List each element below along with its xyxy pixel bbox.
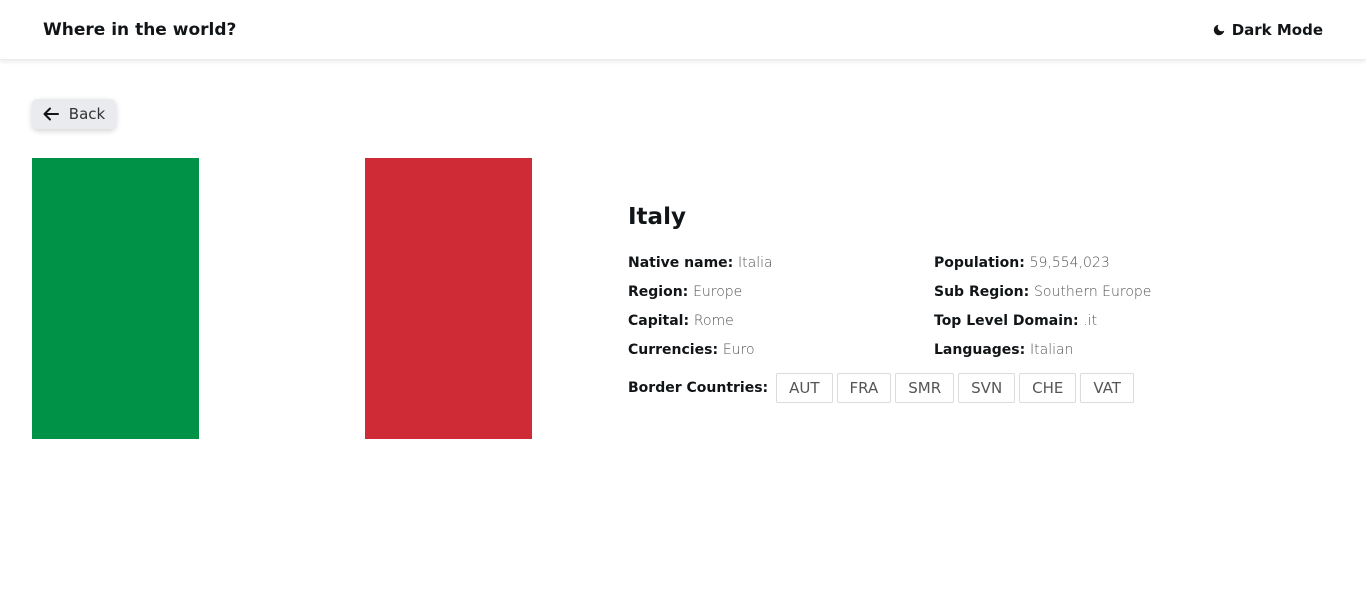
country-name: Italy (628, 204, 686, 230)
info-value: 59,554,023 (1029, 255, 1110, 271)
info-label: Top Level Domain: (934, 313, 1079, 329)
flag-band-green (32, 158, 199, 439)
info-column-secondary: Population: 59,554,023 Sub Region: South… (934, 248, 1151, 364)
info-region: Region: Europe (628, 277, 773, 306)
info-value: Italian (1030, 342, 1074, 358)
info-value: Southern Europe (1034, 284, 1152, 300)
info-value: Euro (722, 342, 755, 358)
country-details: Italy Native name: Italia Region: Europe… (628, 200, 1188, 403)
flag-band-white (198, 158, 366, 439)
info-currencies: Currencies: Euro (628, 335, 773, 364)
border-country-chip[interactable]: AUT (776, 373, 833, 403)
border-country-chip[interactable]: CHE (1019, 373, 1077, 403)
border-countries-label: Border Countries: (628, 380, 769, 396)
dark-mode-label: Dark Mode (1231, 21, 1323, 39)
info-languages: Languages: Italian (934, 335, 1151, 364)
back-button[interactable]: Back (32, 99, 116, 129)
back-label: Back (68, 105, 106, 123)
info-top-level-domain: Top Level Domain: .it (934, 306, 1151, 335)
info-label: Native name: (628, 255, 734, 271)
arrow-left-icon (43, 107, 59, 121)
border-country-chip[interactable]: SVN (958, 373, 1016, 403)
country-flag (32, 158, 533, 439)
info-grid: Native name: Italia Region: Europe Capit… (628, 248, 1188, 360)
info-value: .it (1083, 313, 1098, 329)
border-country-chip[interactable]: VAT (1080, 373, 1134, 403)
info-sub-region: Sub Region: Southern Europe (934, 277, 1151, 306)
border-country-chip[interactable]: FRA (836, 373, 892, 403)
info-label: Capital: (628, 313, 690, 329)
app-title: Where in the world? (43, 20, 237, 40)
info-value: Rome (693, 313, 734, 329)
border-country-chip[interactable]: SMR (895, 373, 955, 403)
info-value: Italia (738, 255, 773, 271)
info-label: Sub Region: (934, 284, 1030, 300)
info-native-name: Native name: Italia (628, 248, 773, 277)
info-label: Region: (628, 284, 689, 300)
info-label: Languages: (934, 342, 1026, 358)
dark-mode-toggle[interactable]: Dark Mode (1212, 18, 1323, 42)
info-value: Europe (693, 284, 743, 300)
top-header: Where in the world? Dark Mode (0, 0, 1366, 60)
info-label: Population: (934, 255, 1025, 271)
moon-icon (1212, 23, 1226, 37)
info-label: Currencies: (628, 342, 719, 358)
info-population: Population: 59,554,023 (934, 248, 1151, 277)
flag-band-red (365, 158, 533, 439)
info-column-primary: Native name: Italia Region: Europe Capit… (628, 248, 773, 364)
border-countries: Border Countries: AUT FRA SMR SVN CHE VA… (628, 373, 1188, 403)
info-capital: Capital: Rome (628, 306, 773, 335)
